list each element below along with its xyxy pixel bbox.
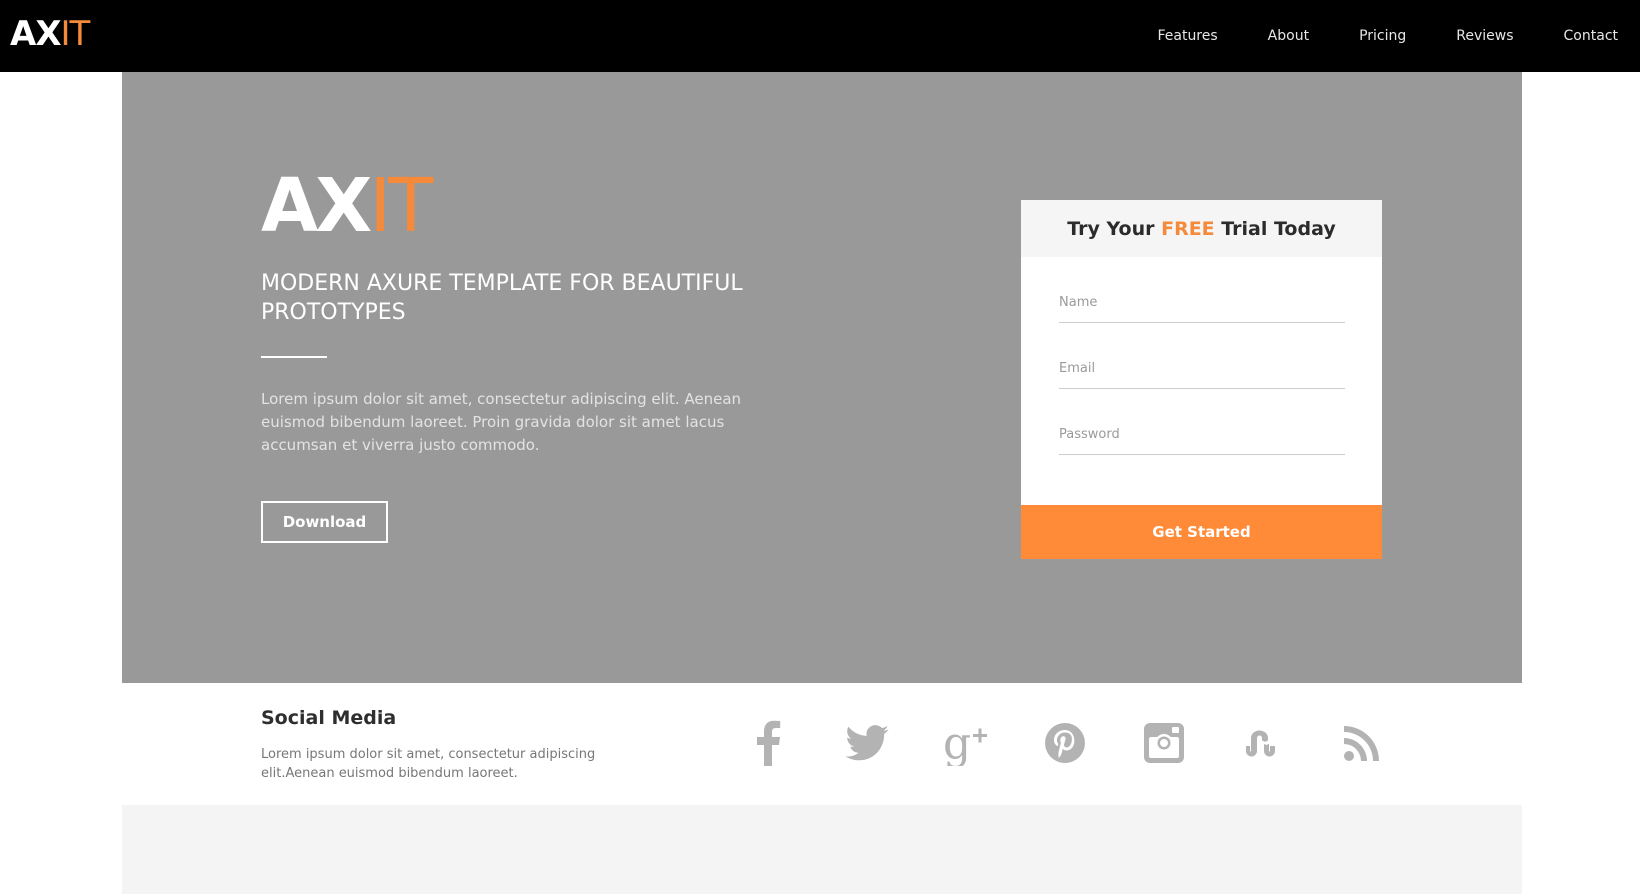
signup-card: Try Your FREE Trial Today Get Started [1021,200,1382,559]
social-icons: g [744,719,1386,767]
pinterest-icon[interactable] [1041,719,1089,767]
title-post-text: Trial Today [1214,217,1336,240]
top-navbar: AXIT Features About Pricing Reviews Cont… [0,0,1640,72]
hero-logo: AXIT [261,163,433,249]
social-media-title: Social Media [261,707,397,729]
password-field[interactable] [1059,415,1345,455]
hero-logo-thin: IT [369,163,433,249]
twitter-icon[interactable] [843,719,891,767]
nav-link-features[interactable]: Features [1157,28,1217,44]
social-media-section: Social Media Lorem ipsum dolor sit amet,… [122,683,1522,805]
name-field[interactable] [1059,283,1345,323]
get-started-button[interactable]: Get Started [1021,505,1382,559]
site-logo[interactable]: AXIT [10,14,91,54]
hero-divider [261,356,327,358]
title-free-text: FREE [1161,217,1215,240]
lower-section [122,805,1522,894]
rss-icon[interactable] [1338,719,1386,767]
nav-link-reviews[interactable]: Reviews [1456,28,1513,44]
nav-links: Features About Pricing Reviews Contact [1107,0,1618,72]
hero-description: Lorem ipsum dolor sit amet, consectetur … [261,390,742,454]
hero-section: AXIT MODERN AXURE TEMPLATE FOR BEAUTIFUL… [122,72,1522,683]
svg-text:g: g [943,720,971,766]
google-plus-icon[interactable]: g [942,719,990,767]
email-field[interactable] [1059,349,1345,389]
hero-logo-bold: AX [261,163,372,249]
title-pre-text: Try Your [1067,217,1162,240]
download-button[interactable]: Download [261,501,388,543]
logo-bold-text: AX [10,14,62,54]
nav-link-about[interactable]: About [1268,28,1309,44]
nav-link-pricing[interactable]: Pricing [1359,28,1406,44]
social-media-description: Lorem ipsum dolor sit amet, consectetur … [261,747,596,781]
instagram-icon[interactable] [1140,719,1188,767]
signup-card-title: Try Your FREE Trial Today [1021,200,1382,257]
nav-link-contact[interactable]: Contact [1564,28,1618,44]
facebook-icon[interactable] [744,719,792,767]
stumbleupon-icon[interactable] [1239,719,1287,767]
logo-thin-text: IT [60,14,91,54]
hero-heading: MODERN AXURE TEMPLATE FOR BEAUTIFUL PROT… [261,271,743,325]
